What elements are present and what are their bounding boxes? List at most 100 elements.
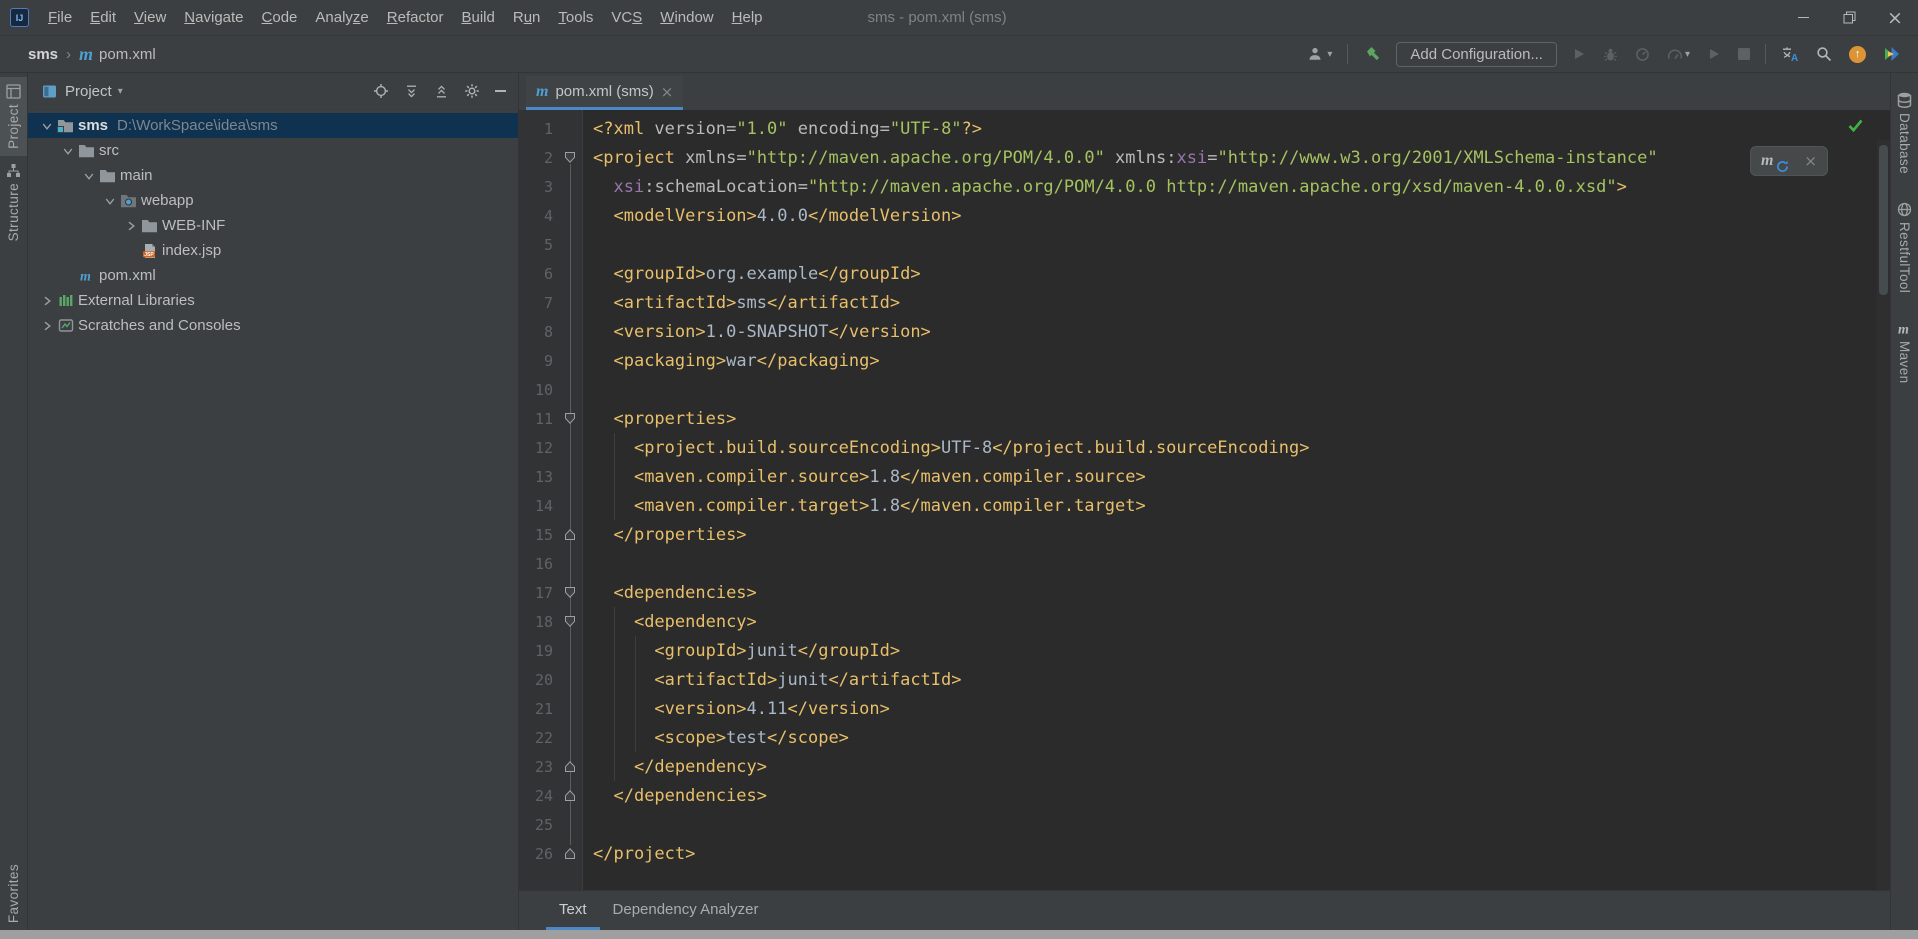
- code-line-8[interactable]: 8 <version>1.0-SNAPSHOT</version>: [519, 317, 1890, 346]
- scrollbar-thumb[interactable]: [1879, 145, 1888, 295]
- maximize-button[interactable]: [1826, 0, 1872, 35]
- fold-open-icon[interactable]: [557, 412, 583, 425]
- bottom-tab-text[interactable]: Text: [546, 891, 600, 930]
- code-line-16[interactable]: 16: [519, 549, 1890, 578]
- menu-view[interactable]: View: [125, 9, 175, 26]
- tool-stripe-structure[interactable]: Structure: [0, 156, 27, 248]
- menu-run[interactable]: Run: [504, 9, 550, 26]
- code-line-23[interactable]: 23 </dependency>: [519, 752, 1890, 781]
- fold-open-icon[interactable]: [557, 615, 583, 628]
- tree-item-pom-xml[interactable]: m pom.xml: [28, 263, 518, 288]
- inspections-ok-button[interactable]: [1848, 119, 1863, 132]
- code-line-20[interactable]: 20 <artifactId>junit</artifactId>: [519, 665, 1890, 694]
- tree-item-web-inf[interactable]: WEB-INF: [28, 213, 518, 238]
- fold-open-icon[interactable]: [557, 586, 583, 599]
- rerun-button-disabled[interactable]: [1705, 45, 1723, 63]
- menu-code[interactable]: Code: [253, 9, 307, 26]
- debug-button-disabled[interactable]: [1601, 45, 1620, 64]
- code-line-24[interactable]: 24 </dependencies>: [519, 781, 1890, 810]
- build-project-button[interactable]: [1361, 43, 1383, 65]
- tree-chevron-right-icon[interactable]: [38, 320, 55, 332]
- menu-build[interactable]: Build: [452, 9, 503, 26]
- tree-chevron-down-icon[interactable]: [101, 195, 118, 207]
- tree-item-src[interactable]: src: [28, 138, 518, 163]
- code-line-18[interactable]: 18 <dependency>: [519, 607, 1890, 636]
- close-tab-icon[interactable]: ×: [661, 83, 674, 101]
- tree-chevron-down-icon[interactable]: [38, 120, 55, 132]
- tree-item-index-jsp[interactable]: JSP index.jsp: [28, 238, 518, 263]
- tree-chevron-down-icon[interactable]: [80, 170, 97, 182]
- menu-vcs[interactable]: VCS: [602, 9, 651, 26]
- code-line-21[interactable]: 21 <version>4.11</version>: [519, 694, 1890, 723]
- run-button-disabled[interactable]: [1570, 45, 1588, 63]
- fold-open-icon[interactable]: [557, 151, 583, 164]
- update-button[interactable]: ↑: [1847, 44, 1868, 65]
- locate-file-button[interactable]: [373, 83, 389, 99]
- code-line-13[interactable]: 13 <maven.compiler.source>1.8</maven.com…: [519, 462, 1890, 491]
- bottom-tab-dependency-analyzer[interactable]: Dependency Analyzer: [600, 891, 772, 930]
- minimize-button[interactable]: [1780, 0, 1826, 35]
- tool-stripe-restfultool[interactable]: RestfulTool: [1891, 195, 1918, 300]
- tree-chevron-right-icon[interactable]: [122, 220, 139, 232]
- breadcrumb-file[interactable]: pom.xml: [99, 46, 156, 63]
- code-line-22[interactable]: 22 <scope>test</scope>: [519, 723, 1890, 752]
- menu-file[interactable]: File: [39, 9, 81, 26]
- code-line-2[interactable]: 2 <project xmlns="http://maven.apache.org…: [519, 143, 1890, 172]
- code-line-10[interactable]: 10: [519, 375, 1890, 404]
- code-line-6[interactable]: 6 <groupId>org.example</groupId>: [519, 259, 1890, 288]
- code-line-5[interactable]: 5: [519, 230, 1890, 259]
- code-line-7[interactable]: 7 <artifactId>sms</artifactId>: [519, 288, 1890, 317]
- translate-button[interactable]: A: [1779, 44, 1801, 65]
- menu-window[interactable]: Window: [651, 9, 722, 26]
- fold-close-icon[interactable]: [557, 528, 583, 541]
- fold-close-icon[interactable]: [557, 789, 583, 802]
- code-line-26[interactable]: 26 </project>: [519, 839, 1890, 868]
- code-line-3[interactable]: 3 xsi:schemaLocation="http://maven.apach…: [519, 172, 1890, 201]
- breadcrumb-project[interactable]: sms: [28, 46, 58, 63]
- tree-item-webapp[interactable]: webapp: [28, 188, 518, 213]
- code-line-17[interactable]: 17 <dependencies>: [519, 578, 1890, 607]
- tree-chevron-right-icon[interactable]: [38, 295, 55, 307]
- settings-button[interactable]: [464, 83, 480, 99]
- hide-panel-button[interactable]: [495, 90, 506, 92]
- maven-reload-popup[interactable]: m ×: [1749, 146, 1828, 176]
- code-line-12[interactable]: 12 <project.build.sourceEncoding>UTF-8</…: [519, 433, 1890, 462]
- tool-stripe-maven[interactable]: m Maven: [1891, 314, 1918, 391]
- fold-close-icon[interactable]: [557, 847, 583, 860]
- code-line-19[interactable]: 19 <groupId>junit</groupId>: [519, 636, 1890, 665]
- code-line-25[interactable]: 25: [519, 810, 1890, 839]
- code-line-1[interactable]: 1 <?xml version="1.0" encoding="UTF-8"?>: [519, 114, 1890, 143]
- code-with-me-users-button[interactable]: ▾: [1305, 44, 1334, 64]
- code-line-15[interactable]: 15 </properties>: [519, 520, 1890, 549]
- code-line-4[interactable]: 4 <modelVersion>4.0.0</modelVersion>: [519, 201, 1890, 230]
- tree-item-scratches-and-consoles[interactable]: Scratches and Consoles: [28, 313, 518, 338]
- tree-chevron-down-icon[interactable]: [59, 145, 76, 157]
- vertical-scrollbar[interactable]: [1877, 140, 1890, 890]
- code-line-9[interactable]: 9 <packaging>war</packaging>: [519, 346, 1890, 375]
- menu-help[interactable]: Help: [723, 9, 772, 26]
- tree-item-external-libraries[interactable]: External Libraries: [28, 288, 518, 313]
- close-button[interactable]: ×: [1872, 0, 1918, 35]
- tool-stripe-project[interactable]: Project: [0, 77, 27, 156]
- tree-item-main[interactable]: main: [28, 163, 518, 188]
- code-line-11[interactable]: 11 <properties>: [519, 404, 1890, 433]
- stop-button-disabled[interactable]: [1736, 46, 1752, 62]
- plugin-button[interactable]: [1881, 44, 1902, 64]
- code-editor[interactable]: 1 <?xml version="1.0" encoding="UTF-8"?> 2…: [519, 110, 1890, 890]
- add-configuration-button[interactable]: Add Configuration...: [1396, 41, 1557, 67]
- menu-tools[interactable]: Tools: [549, 9, 602, 26]
- menu-refactor[interactable]: Refactor: [378, 9, 453, 26]
- expand-all-button[interactable]: [404, 84, 419, 99]
- tab-pom-xml[interactable]: m pom.xml (sms) ×: [526, 76, 684, 110]
- menu-navigate[interactable]: Navigate: [175, 9, 252, 26]
- dismiss-icon[interactable]: ×: [1804, 152, 1817, 170]
- tree-item-sms[interactable]: sms D:\WorkSpace\idea\sms: [28, 113, 518, 138]
- tool-stripe-favorites[interactable]: Favorites: [0, 857, 27, 930]
- menu-analyze[interactable]: Analyze: [306, 9, 377, 26]
- tool-stripe-database[interactable]: Database: [1891, 85, 1918, 181]
- coverage-button-disabled[interactable]: ▾: [1665, 45, 1692, 64]
- search-everywhere-button[interactable]: [1814, 44, 1834, 64]
- fold-close-icon[interactable]: [557, 760, 583, 773]
- menu-edit[interactable]: Edit: [81, 9, 125, 26]
- collapse-all-button[interactable]: [434, 84, 449, 99]
